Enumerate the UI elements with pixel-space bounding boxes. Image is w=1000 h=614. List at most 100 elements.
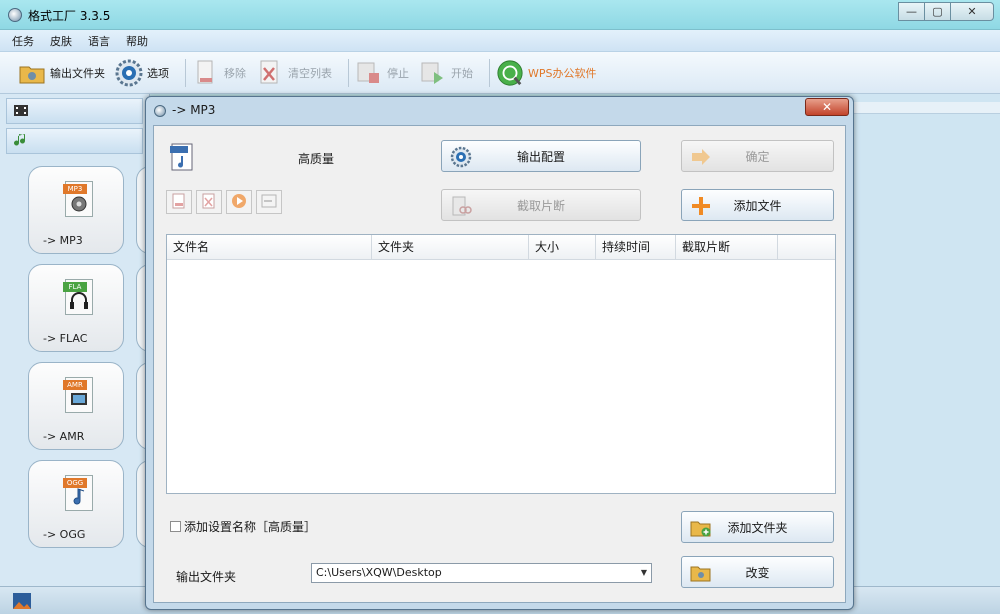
amr-file-icon: AMR xyxy=(63,377,93,413)
remove-label: 移除 xyxy=(224,66,246,80)
clear-list-button[interactable]: 清空列表 xyxy=(256,56,332,90)
app-icon xyxy=(8,8,22,22)
mini-play-button[interactable] xyxy=(226,190,252,214)
checkbox-box[interactable] xyxy=(170,521,181,532)
video-icon xyxy=(13,102,29,121)
folder-icon xyxy=(18,59,46,87)
mini-clear-button[interactable] xyxy=(196,190,222,214)
clip-button[interactable]: 截取片断 xyxy=(441,189,641,221)
change-label: 改变 xyxy=(745,565,770,580)
toolbar-separator xyxy=(489,58,490,87)
output-folder-button[interactable]: 输出文件夹 xyxy=(18,56,105,90)
output-config-button[interactable]: 输出配置 xyxy=(441,140,641,172)
quality-label: 高质量 xyxy=(298,152,335,166)
output-folder-label: 输出文件夹 xyxy=(176,570,237,584)
mp3-quality-icon xyxy=(168,142,198,172)
remove-button[interactable]: 移除 xyxy=(192,56,246,90)
options-label: 选项 xyxy=(147,66,169,80)
clear-list-label: 清空列表 xyxy=(288,66,332,80)
remove-icon xyxy=(172,193,186,212)
maximize-button[interactable]: ▢ xyxy=(924,2,951,21)
add-folder-button[interactable]: 添加文件夹 xyxy=(681,511,834,543)
add-file-label: 添加文件 xyxy=(733,198,782,213)
stop-label: 停止 xyxy=(387,66,409,80)
format-mp3-button[interactable]: MP3 -> MP3 xyxy=(28,166,124,254)
audio-category-tab[interactable] xyxy=(6,128,143,154)
output-config-label: 输出配置 xyxy=(516,149,565,164)
format-flac-button[interactable]: FLA -> FLAC xyxy=(28,264,124,352)
video-category-tab[interactable] xyxy=(6,98,143,124)
start-label: 开始 xyxy=(451,66,473,80)
format-dialog: -> MP3 ✕ 高质量 输出配置 确定 截取片断 添加文件 文件名 文件夹 大… xyxy=(145,96,854,610)
start-button[interactable]: 开始 xyxy=(419,56,473,90)
menu-task[interactable]: 任务 xyxy=(12,33,34,49)
ok-label: 确定 xyxy=(745,149,770,164)
add-file-button[interactable]: 添加文件 xyxy=(681,189,834,221)
wps-label: WPS办公软件 xyxy=(528,66,597,80)
mp3-file-icon: MP3 xyxy=(63,181,93,217)
dialog-titlebar: -> MP3 ✕ xyxy=(146,97,853,123)
output-folder-label: 输出文件夹 xyxy=(50,66,105,80)
mini-toolbar xyxy=(166,190,286,214)
music-note-icon xyxy=(13,132,29,151)
add-setting-name-label: 添加设置名称［高质量］ xyxy=(184,520,317,534)
main-titlebar: 格式工厂 3.3.5 — ▢ ✕ xyxy=(0,0,1000,30)
menu-language[interactable]: 语言 xyxy=(88,33,110,49)
menu-help[interactable]: 帮助 xyxy=(126,33,148,49)
stop-button[interactable]: 停止 xyxy=(355,56,409,90)
add-setting-name-checkbox[interactable]: 添加设置名称［高质量］ xyxy=(170,518,316,535)
chevron-down-icon[interactable]: ▼ xyxy=(641,564,647,582)
maximize-icon: ▢ xyxy=(932,5,943,18)
ok-button[interactable]: 确定 xyxy=(681,140,834,172)
column-header-duration[interactable]: 持续时间 xyxy=(596,235,676,259)
column-header-filename[interactable]: 文件名 xyxy=(167,235,372,259)
clear-icon xyxy=(202,193,216,212)
wps-button[interactable]: WPS办公软件 xyxy=(496,56,597,90)
ogg-file-icon: OGG xyxy=(63,475,93,511)
window-title: 格式工厂 3.3.5 xyxy=(28,9,111,23)
left-panel: MP3 -> MP3 FLA -> FLAC AMR -> AMR OGG ->… xyxy=(0,94,150,614)
format-list: MP3 -> MP3 FLA -> FLAC AMR -> AMR OGG ->… xyxy=(28,166,124,558)
output-folder-select[interactable]: C:\Users\XQW\Desktop ▼ xyxy=(311,563,652,583)
toolbar-separator xyxy=(348,58,349,87)
flac-file-icon: FLA xyxy=(63,279,93,315)
menu-skin[interactable]: 皮肤 xyxy=(50,33,72,49)
close-button[interactable]: ✕ xyxy=(950,2,994,21)
change-button[interactable]: 改变 xyxy=(681,556,834,588)
add-folder-label: 添加文件夹 xyxy=(727,520,788,535)
format-label: -> AMR xyxy=(43,430,85,443)
header-strip xyxy=(850,102,1000,114)
dialog-body: 高质量 输出配置 确定 截取片断 添加文件 文件名 文件夹 大小 持续时间 截取… xyxy=(153,125,846,603)
format-ogg-button[interactable]: OGG -> OGG xyxy=(28,460,124,548)
wps-logo-icon xyxy=(496,59,524,87)
minimize-button[interactable]: — xyxy=(898,2,925,21)
right-area xyxy=(850,94,1000,614)
clip-label: 截取片断 xyxy=(516,198,565,213)
format-amr-button[interactable]: AMR -> AMR xyxy=(28,362,124,450)
format-label: -> FLAC xyxy=(43,332,88,345)
play-icon xyxy=(231,193,247,212)
remove-icon xyxy=(192,59,220,87)
toolbar-separator xyxy=(185,58,186,87)
gear-icon xyxy=(115,59,143,87)
toolbar: 输出文件夹 选项 移除 清空列表 停止 开始 WPS办公软件 xyxy=(0,52,1000,94)
close-icon: ✕ xyxy=(967,5,977,18)
column-header-size[interactable]: 大小 xyxy=(529,235,596,259)
mini-info-button[interactable] xyxy=(256,190,282,214)
format-label: -> OGG xyxy=(43,528,86,541)
dialog-app-icon xyxy=(154,105,166,117)
column-header-folder[interactable]: 文件夹 xyxy=(372,235,529,259)
image-category-icon[interactable] xyxy=(12,592,32,613)
table-header: 文件名 文件夹 大小 持续时间 截取片断 xyxy=(167,235,835,260)
column-header-clip[interactable]: 截取片断 xyxy=(676,235,778,259)
start-icon xyxy=(419,59,447,87)
mini-remove-button[interactable] xyxy=(166,190,192,214)
menubar: 任务 皮肤 语言 帮助 xyxy=(0,30,1000,52)
dialog-close-button[interactable]: ✕ xyxy=(805,98,849,116)
window-controls: — ▢ ✕ xyxy=(898,2,994,21)
options-button[interactable]: 选项 xyxy=(115,56,169,90)
file-list-table[interactable]: 文件名 文件夹 大小 持续时间 截取片断 xyxy=(166,234,836,494)
output-path-value: C:\Users\XQW\Desktop xyxy=(316,566,442,579)
info-icon xyxy=(261,194,277,211)
format-label: -> MP3 xyxy=(43,234,83,247)
